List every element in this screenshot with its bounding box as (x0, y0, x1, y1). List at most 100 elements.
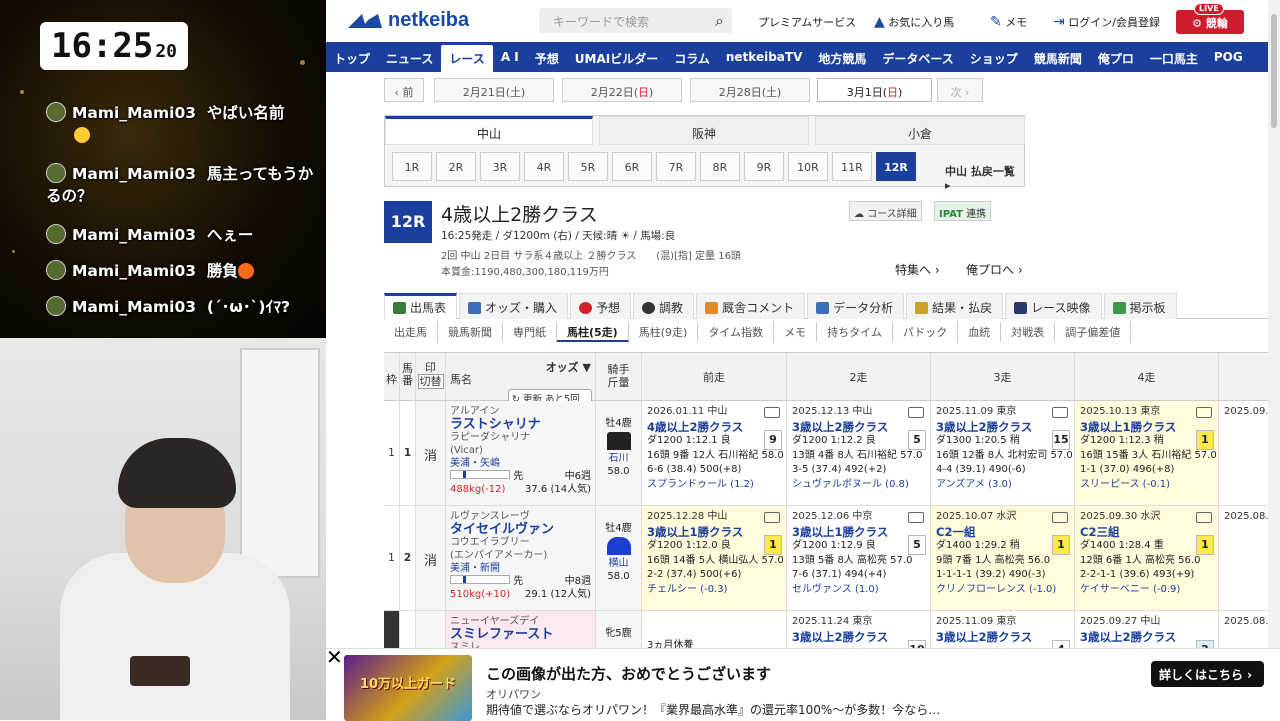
search-icon[interactable]: ⌕ (715, 11, 724, 31)
mark-cell[interactable]: 消 (416, 401, 446, 506)
date-tab[interactable]: 2月22日(日) (562, 78, 682, 102)
nav-yoso[interactable]: 予想 (527, 42, 567, 72)
tab-data[interactable]: データ分析 (807, 293, 905, 319)
tab-odds[interactable]: オッズ・購入 (459, 293, 569, 319)
nav-local[interactable]: 地方競馬 (810, 42, 874, 72)
course-detail-button[interactable]: ☁ コース詳細 (849, 201, 922, 221)
subtab-memo[interactable]: メモ (774, 322, 818, 342)
race-2r[interactable]: 2R (436, 152, 476, 181)
past-run[interactable]: 2025.10.13 東京 3歳以上1勝クラス 1 ダ1200 1:12.3 稍… (1075, 401, 1219, 506)
scrollbar-thumb[interactable] (1271, 14, 1277, 128)
trainer-link[interactable]: 美浦・新開 (450, 562, 595, 575)
tab-shutuba[interactable]: 出馬表 (384, 293, 458, 319)
video-icon[interactable] (908, 512, 924, 523)
ad-banner[interactable]: ✕ 10万以上ガード この画像が出た方、おめでとうございます オリパワン 期待値… (326, 647, 1280, 721)
prev-date-button[interactable]: ‹ 前 (384, 78, 424, 102)
nav-orepro[interactable]: 俺プロ (1090, 42, 1142, 72)
date-tab[interactable]: 2月21日(土) (434, 78, 554, 102)
race-7r[interactable]: 7R (656, 152, 696, 181)
jockey-link[interactable]: 石川 (596, 452, 641, 465)
nav-shop[interactable]: ショップ (962, 42, 1026, 72)
video-icon[interactable] (764, 407, 780, 418)
tab-board[interactable]: 掲示板 (1103, 293, 1177, 319)
tab-video[interactable]: レース映像 (1005, 293, 1102, 319)
past-run[interactable]: 2025.12.28 中山 3歳以上1勝クラス 1 ダ1200 1:12.0 良… (642, 506, 787, 611)
page-scrollbar[interactable] (1268, 0, 1280, 720)
subtab-condition[interactable]: 調子偏差値 (1055, 322, 1132, 342)
race-6r[interactable]: 6R (612, 152, 652, 181)
venue-tab-kokura[interactable]: 小倉 (815, 116, 1025, 145)
past-run[interactable]: 2025.10.07 水沢 C2一組 1 ダ1400 1:29.2 稍 9頭 7… (931, 506, 1075, 611)
race-8r[interactable]: 8R (700, 152, 740, 181)
nav-top[interactable]: トップ (326, 42, 378, 72)
subtab-pedigree[interactable]: 血統 (958, 322, 1002, 342)
nav-pog[interactable]: POG (1206, 42, 1251, 72)
nav-umai-builder[interactable]: UMAIビルダー (567, 42, 666, 72)
venue-tab-nakayama[interactable]: 中山 (385, 116, 593, 145)
subtab-horses[interactable]: 出走馬 (384, 322, 438, 342)
video-icon[interactable] (1196, 407, 1212, 418)
feature-link[interactable]: 特集へ › (895, 261, 940, 278)
subtab-senmon[interactable]: 専門紙 (503, 322, 557, 342)
horse-name-link[interactable]: ラストシャリナ (450, 418, 595, 431)
nav-column[interactable]: コラム (666, 42, 718, 72)
nav-database[interactable]: データベース (874, 42, 961, 72)
tab-yoso[interactable]: 予想 (570, 293, 632, 319)
tab-result[interactable]: 結果・払戻 (906, 293, 1004, 319)
race-11r[interactable]: 11R (832, 152, 872, 181)
video-icon[interactable] (1052, 512, 1068, 523)
nav-hitokuchi[interactable]: 一口馬主 (1142, 42, 1206, 72)
ad-cta-button[interactable]: 詳しくはこちら › (1151, 661, 1264, 687)
date-tab[interactable]: 2月28日(土) (690, 78, 810, 102)
subtab-umabashira-9[interactable]: 馬柱(9走) (629, 322, 699, 342)
ipat-link-button[interactable]: IPAT 連携 (934, 201, 992, 221)
race-12r[interactable]: 12R (876, 152, 916, 181)
trainer-link[interactable]: 美浦・矢嶋 (450, 457, 595, 470)
venue-tab-hanshin[interactable]: 阪神 (599, 116, 809, 145)
favorite-horse-link[interactable]: ▲ お気に入り馬 (874, 14, 954, 30)
ad-title[interactable]: この画像が出た方、おめでとうございます (486, 663, 771, 684)
race-10r[interactable]: 10R (788, 152, 828, 181)
tab-comment[interactable]: 厩舎コメント (696, 293, 806, 319)
race-1r[interactable]: 1R (392, 152, 432, 181)
netkeiba-logo[interactable]: netkeiba (348, 9, 469, 32)
mark-switch-button[interactable]: 切替 (417, 374, 444, 389)
date-tab-current[interactable]: 3月1日(日) (817, 78, 932, 102)
horse-name-link[interactable]: スミレファースト (450, 628, 595, 641)
close-icon[interactable]: ✕ (326, 647, 343, 667)
premium-link[interactable]: プレミアムサービス (758, 14, 856, 30)
next-date-button[interactable]: 次 › (937, 78, 983, 102)
sort-icon[interactable]: ▼ (583, 361, 591, 374)
nav-newspaper[interactable]: 競馬新聞 (1026, 42, 1090, 72)
search-input[interactable]: キーワードで検索 ⌕ (539, 8, 732, 33)
subtab-paddock[interactable]: パドック (893, 322, 959, 342)
subtab-matchup[interactable]: 対戦表 (1001, 322, 1056, 342)
subtab-time-index[interactable]: タイム指数 (698, 322, 775, 342)
payout-list-link[interactable]: 中山 払戻一覧 ▸ (945, 163, 1024, 192)
horse-name-link[interactable]: タイセイルヴァン (450, 523, 595, 536)
nav-netkeibatv[interactable]: netkeibaTV (718, 42, 811, 72)
video-icon[interactable] (1052, 407, 1068, 418)
subtab-mochi-time[interactable]: 持ちタイム (817, 322, 893, 342)
video-icon[interactable] (1196, 512, 1212, 523)
past-run[interactable]: 2026.01.11 中山 4歳以上2勝クラス 9 ダ1200 1:12.1 良… (642, 401, 787, 506)
keirin-live-button[interactable]: LIVE ⚙ 競輪 (1176, 3, 1244, 34)
tab-chokyo[interactable]: 調教 (633, 293, 695, 319)
login-link[interactable]: ⇥ ログイン/会員登録 (1053, 14, 1160, 30)
video-icon[interactable] (764, 512, 780, 523)
past-run[interactable]: 2025.12.13 中山 3歳以上2勝クラス 5 ダ1200 1:12.2 良… (787, 401, 931, 506)
race-5r[interactable]: 5R (568, 152, 608, 181)
past-run[interactable]: 2025.11.09 東京 3歳以上2勝クラス 15 ダ1300 1:20.5 … (931, 401, 1075, 506)
memo-link[interactable]: ✎ メモ (990, 14, 1027, 30)
mark-cell[interactable]: 消 (416, 506, 446, 611)
nav-race[interactable]: レース (441, 45, 493, 72)
video-icon[interactable] (908, 407, 924, 418)
nav-ai[interactable]: A I (493, 42, 527, 72)
subtab-umabashira-5[interactable]: 馬柱(5走) (557, 322, 629, 342)
nav-news[interactable]: ニュース (378, 42, 441, 72)
past-run[interactable]: 2025.12.06 中京 3歳以上1勝クラス 5 ダ1200 1:12.9 良… (787, 506, 931, 611)
orepro-link[interactable]: 俺プロへ › (966, 261, 1023, 278)
race-9r[interactable]: 9R (744, 152, 784, 181)
race-4r[interactable]: 4R (524, 152, 564, 181)
ad-image[interactable]: 10万以上ガード (344, 655, 472, 721)
